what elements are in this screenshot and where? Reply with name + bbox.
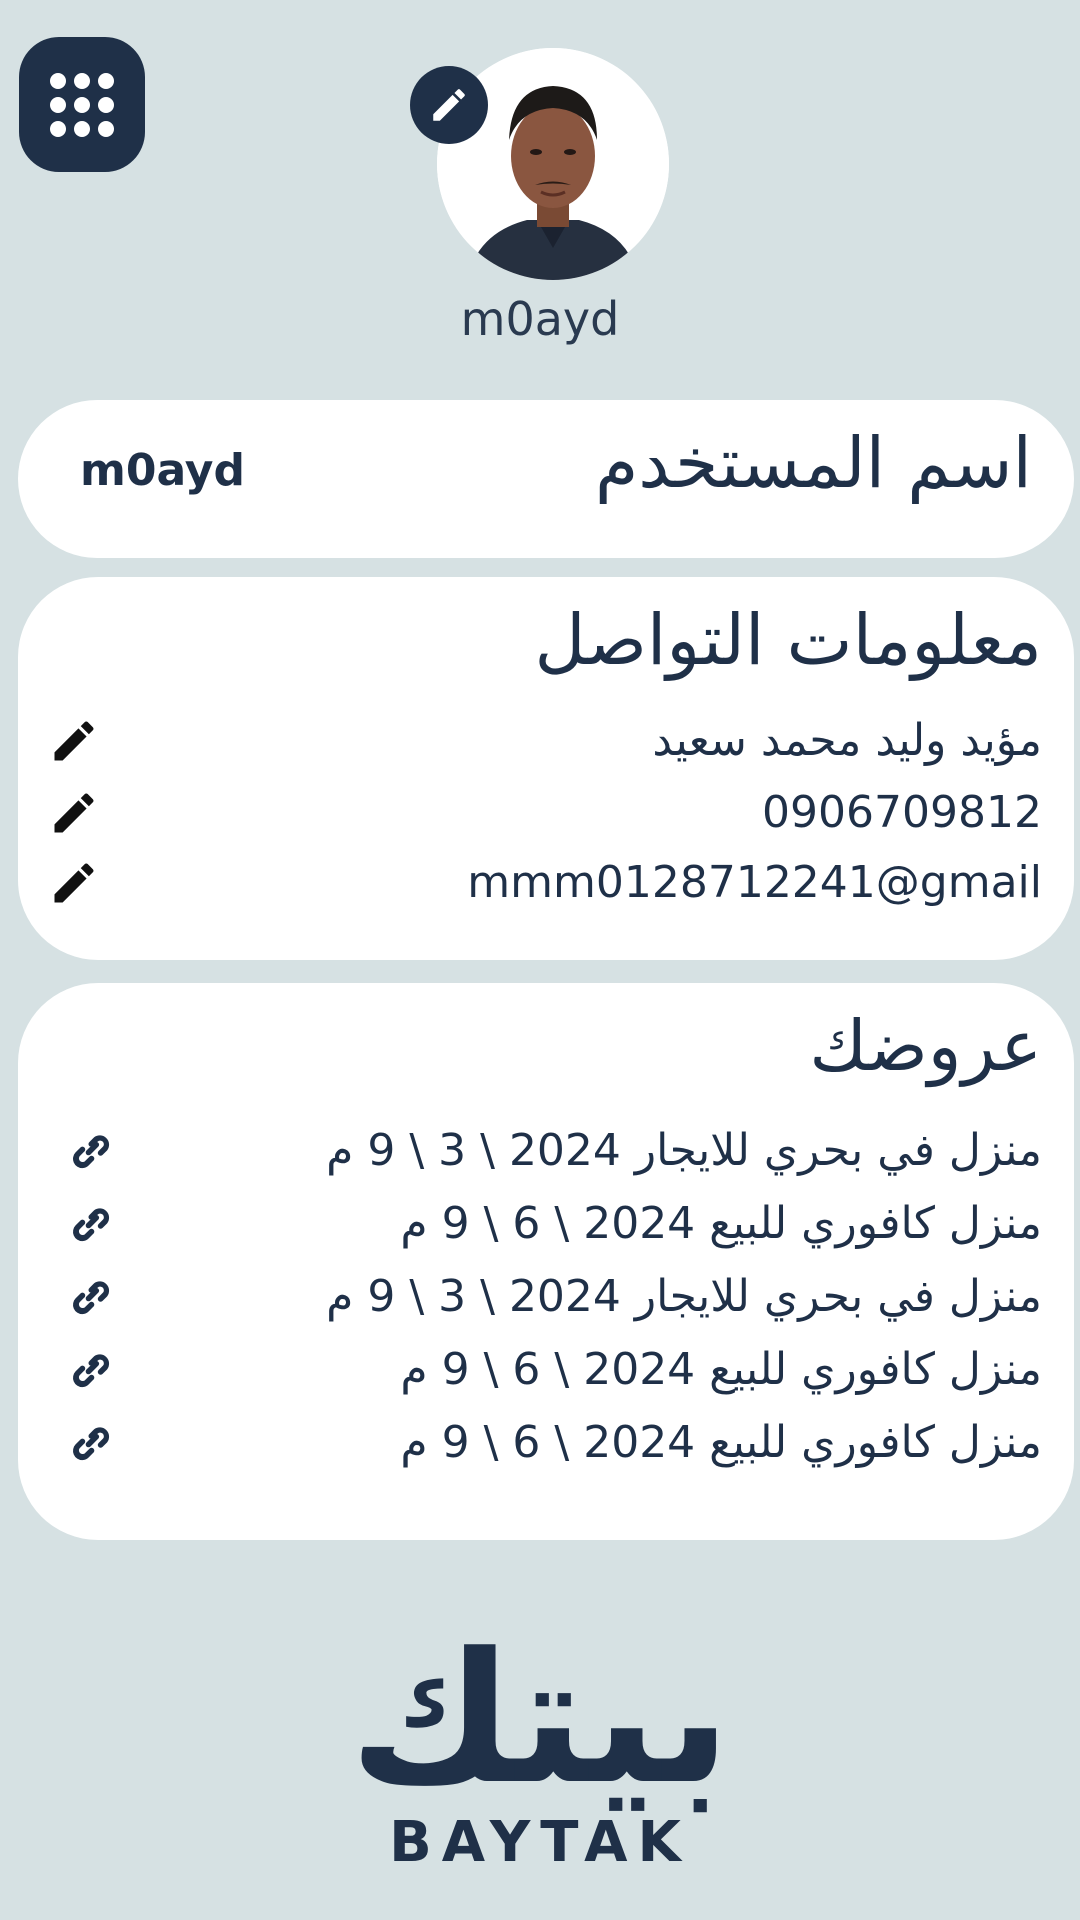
offer-item-label: منزل في بحري للايجار 2024 \ 3 \ 9 م [326, 1271, 1042, 1322]
offer-item-label: منزل كافوري للبيع 2024 \ 6 \ 9 م [400, 1344, 1042, 1395]
offer-item-label: منزل في بحري للايجار 2024 \ 3 \ 9 م [326, 1125, 1042, 1176]
offer-item[interactable]: منزل في بحري للايجار 2024 \ 3 \ 9 م [18, 1121, 1074, 1181]
username-card: اسم المستخدم m0ayd [18, 400, 1074, 558]
contact-email: mmm0128712241@gmail [467, 857, 1042, 908]
contact-info-card: معلومات التواصل مؤيد وليد محمد سعيد 0906… [18, 577, 1074, 960]
link-icon[interactable] [64, 1198, 116, 1250]
pencil-icon[interactable] [48, 787, 100, 839]
avatar-edit-button[interactable] [410, 66, 488, 144]
link-icon[interactable] [64, 1417, 116, 1469]
offers-card: عروضك منزل في بحري للايجار 2024 \ 3 \ 9 … [18, 983, 1074, 1540]
contact-row-phone: 0906709812 [18, 783, 1074, 843]
username-value: m0ayd [80, 445, 245, 496]
username-label: اسم المستخدم [594, 422, 1032, 504]
contact-full-name: مؤيد وليد محمد سعيد [652, 715, 1042, 766]
offer-item[interactable]: منزل كافوري للبيع 2024 \ 6 \ 9 م [18, 1413, 1074, 1473]
link-icon[interactable] [64, 1344, 116, 1396]
offer-item-label: منزل كافوري للبيع 2024 \ 6 \ 9 م [400, 1417, 1042, 1468]
offer-item[interactable]: منزل في بحري للايجار 2024 \ 3 \ 9 م [18, 1267, 1074, 1327]
pencil-icon[interactable] [48, 715, 100, 767]
profile-avatar-container [410, 48, 669, 280]
app-logo: بيتك BAYTAK [0, 1615, 1080, 1876]
link-icon[interactable] [64, 1271, 116, 1323]
offers-title: عروضك [809, 1005, 1042, 1087]
contact-phone: 0906709812 [762, 787, 1042, 838]
offer-item-label: منزل كافوري للبيع 2024 \ 6 \ 9 م [400, 1198, 1042, 1249]
pencil-icon [433, 89, 465, 121]
contact-title: معلومات التواصل [534, 599, 1042, 681]
contact-row-name: مؤيد وليد محمد سعيد [18, 711, 1074, 771]
offer-item[interactable]: منزل كافوري للبيع 2024 \ 6 \ 9 م [18, 1340, 1074, 1400]
pencil-icon[interactable] [48, 857, 100, 909]
offer-item[interactable]: منزل كافوري للبيع 2024 \ 6 \ 9 م [18, 1194, 1074, 1254]
logo-arabic: بيتك [348, 1615, 732, 1824]
contact-row-email: mmm0128712241@gmail [18, 853, 1074, 913]
logo-english: BAYTAK [389, 1810, 691, 1875]
profile-display-name: m0ayd [460, 292, 620, 346]
grid-dots-icon [50, 72, 114, 137]
menu-button[interactable] [19, 37, 145, 172]
link-icon[interactable] [64, 1125, 116, 1177]
